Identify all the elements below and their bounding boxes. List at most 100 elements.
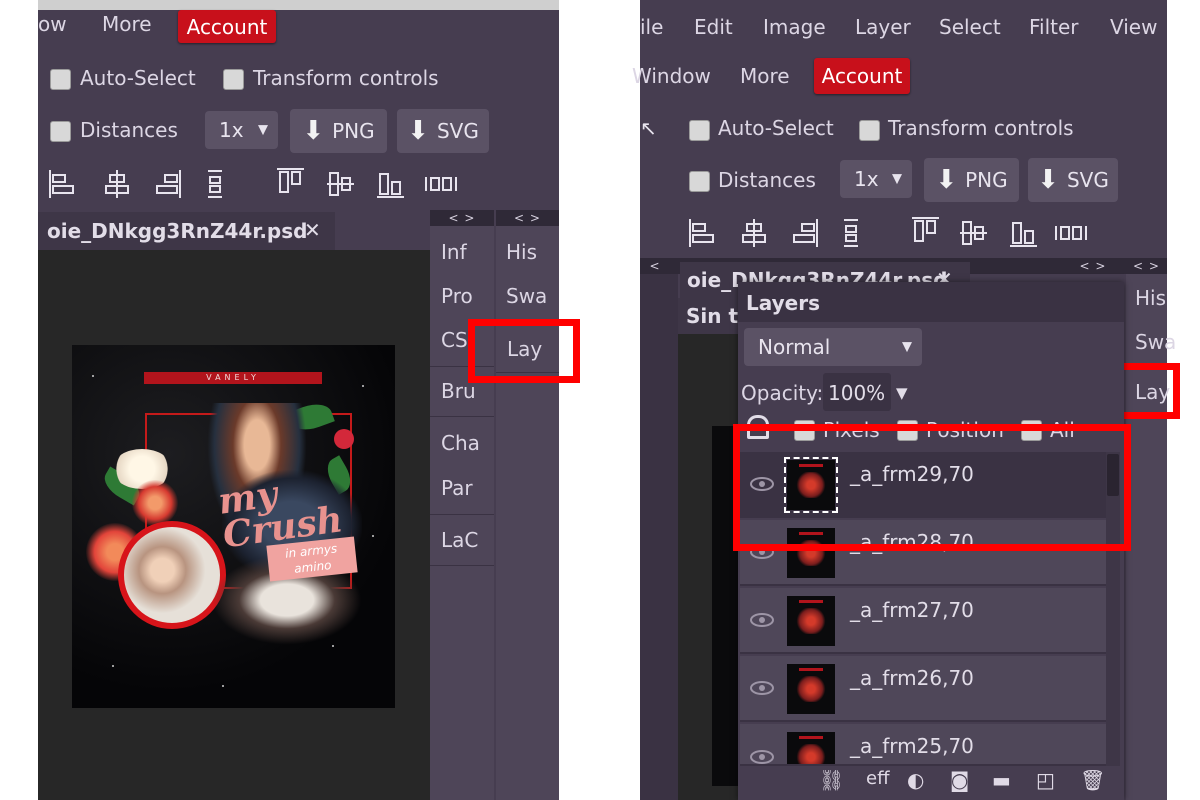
highlight-box-layers-tab xyxy=(468,319,580,383)
layer-row[interactable]: _a_frm27,70 xyxy=(740,588,1106,654)
eye-icon[interactable] xyxy=(750,750,774,764)
menu-item-layer[interactable]: Layer xyxy=(855,15,911,39)
star xyxy=(112,665,114,667)
export-png-button[interactable]: ⬇ PNG xyxy=(924,158,1019,202)
align-top-icon[interactable] xyxy=(911,216,939,246)
export-svg-label: SVG xyxy=(1066,168,1109,192)
account-button[interactable]: Account xyxy=(814,58,910,94)
star xyxy=(362,385,364,387)
trash-icon[interactable]: 🗑 xyxy=(1080,768,1105,792)
layers-panel-title: Layers xyxy=(746,291,820,315)
menu-item-more[interactable]: More xyxy=(102,12,152,36)
star xyxy=(92,375,94,377)
align-bottom-icon[interactable] xyxy=(376,169,404,199)
menu-item-edit[interactable]: Edit xyxy=(694,15,733,39)
panel-collapse-toggle[interactable]: < > xyxy=(430,210,494,226)
distribute-v-icon[interactable] xyxy=(424,169,458,199)
mask-icon[interactable]: ◙ xyxy=(950,768,969,792)
panel-column-2 xyxy=(496,226,559,800)
folder-icon[interactable]: ▬ xyxy=(992,768,1011,792)
align-right-icon[interactable] xyxy=(791,218,819,248)
panel-collapse-toggle[interactable]: < > xyxy=(1126,258,1167,274)
menu-item-more[interactable]: More xyxy=(740,64,790,88)
chevron-down-icon: ▼ xyxy=(258,122,268,138)
left-top-strip xyxy=(38,0,559,10)
tools-column xyxy=(640,274,678,800)
distribute-v-icon[interactable] xyxy=(1054,218,1088,248)
menu-item-image[interactable]: Image xyxy=(763,15,826,39)
opacity-label: Opacity: xyxy=(741,381,824,405)
panel-tab-info[interactable]: Inf xyxy=(441,240,467,264)
export-svg-button[interactable]: ⬇ SVG xyxy=(397,109,489,153)
menu-item-select[interactable]: Select xyxy=(939,15,1001,39)
export-svg-button[interactable]: ⬇ SVG xyxy=(1028,158,1118,202)
auto-select-checkbox[interactable] xyxy=(50,69,71,90)
panel-tab-character[interactable]: Cha xyxy=(441,431,480,455)
align-left-icon[interactable] xyxy=(48,169,76,199)
link-icon[interactable]: ⛓ xyxy=(819,768,844,792)
scale-select[interactable]: 1x ▼ xyxy=(840,160,912,198)
panel-tab-properties[interactable]: Pro xyxy=(441,284,473,308)
red-flower xyxy=(132,480,178,526)
align-middle-v-icon[interactable] xyxy=(326,169,354,199)
star xyxy=(332,645,334,647)
distribute-h-icon[interactable] xyxy=(838,218,866,248)
blend-mode-select[interactable]: Normal ▼ xyxy=(744,328,922,366)
align-center-h-icon[interactable] xyxy=(740,218,768,248)
account-button[interactable]: Account xyxy=(178,10,276,43)
menu-item-window[interactable]: Window xyxy=(632,64,711,88)
menu-item-window-partial[interactable]: ow xyxy=(38,12,67,36)
align-bottom-icon[interactable] xyxy=(1009,218,1037,248)
align-middle-v-icon[interactable] xyxy=(959,218,987,248)
panel-collapse-toggle[interactable]: < xyxy=(640,258,670,274)
panel-tab-history[interactable]: His xyxy=(506,240,537,264)
transform-controls-checkbox[interactable] xyxy=(223,69,244,90)
panel-tab-swatches[interactable]: Swa xyxy=(1135,330,1176,354)
align-right-icon[interactable] xyxy=(154,169,182,199)
layer-row[interactable]: _a_frm25,70 xyxy=(740,724,1106,766)
layer-thumbnail xyxy=(787,596,835,646)
transform-controls-checkbox[interactable] xyxy=(859,120,880,141)
opacity-input[interactable]: 100% xyxy=(823,373,891,411)
menu-item-filter[interactable]: Filter xyxy=(1029,15,1079,39)
panel-column-1 xyxy=(430,226,494,800)
panel-collapse-toggle[interactable]: < > xyxy=(496,210,559,226)
layer-row[interactable]: _a_frm26,70 xyxy=(740,656,1106,722)
document-tab-title: oie_DNkgg3RnZ44r.psd xyxy=(47,219,308,243)
new-layer-icon[interactable]: ◰ xyxy=(1036,768,1055,792)
panel-collapse-toggle[interactable]: < > xyxy=(1062,258,1124,274)
panel-tab-css[interactable]: CS xyxy=(441,328,468,352)
distances-checkbox[interactable] xyxy=(50,121,71,142)
eye-icon[interactable] xyxy=(750,613,774,627)
align-top-icon[interactable] xyxy=(276,167,304,197)
align-center-h-icon[interactable] xyxy=(103,169,131,199)
distances-checkbox[interactable] xyxy=(689,171,710,192)
document-tab[interactable]: oie_DNkgg3RnZ44r.psd ✕ xyxy=(38,212,335,250)
eye-icon[interactable] xyxy=(750,681,774,695)
canvas-artwork: VANELY my Crush in armys amino xyxy=(72,345,395,708)
adjustment-icon[interactable]: ◐ xyxy=(907,768,924,792)
export-png-label: PNG xyxy=(965,168,1008,192)
layer-name: _a_frm27,70 xyxy=(850,598,974,622)
panel-tab-swatches[interactable]: Swa xyxy=(506,284,547,308)
panel-tab-layer-comps[interactable]: LaC xyxy=(441,528,478,552)
distribute-h-icon[interactable] xyxy=(202,169,230,199)
layer-thumbnail xyxy=(787,732,835,764)
menu-item-file[interactable]: ile xyxy=(640,15,663,39)
layer-name: _a_frm25,70 xyxy=(850,734,974,758)
auto-select-checkbox[interactable] xyxy=(689,120,710,141)
art-circle-photo xyxy=(118,521,226,629)
opacity-dropdown-icon[interactable]: ▼ xyxy=(896,384,908,402)
distances-label: Distances xyxy=(80,118,178,142)
layers-bottom-toolbar xyxy=(738,766,1124,800)
align-left-icon[interactable] xyxy=(688,218,716,248)
export-png-button[interactable]: ⬇ PNG xyxy=(290,109,387,153)
close-icon[interactable]: ✕ xyxy=(304,218,321,242)
panel-tab-history[interactable]: His xyxy=(1135,286,1166,310)
panel-tab-paragraph[interactable]: Par xyxy=(441,476,473,500)
effects-button[interactable]: eff xyxy=(866,768,889,789)
export-svg-label: SVG xyxy=(436,119,479,143)
menu-item-view[interactable]: View xyxy=(1110,15,1157,39)
scale-select[interactable]: 1x ▼ xyxy=(205,111,278,149)
move-tool-icon[interactable]: ↖ xyxy=(640,116,657,140)
